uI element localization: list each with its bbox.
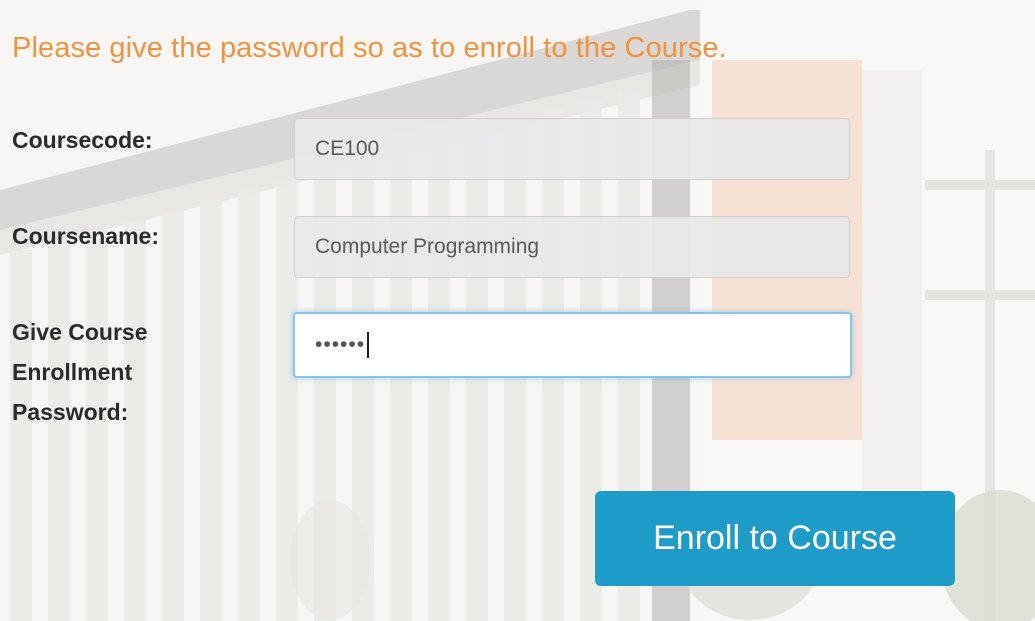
password-label: Give Course Enrollment Password: xyxy=(12,312,148,432)
coursename-field[interactable]: Computer Programming xyxy=(294,216,850,278)
enrollment-password-input[interactable]: •••••• xyxy=(293,312,852,378)
enroll-to-course-button[interactable]: Enroll to Course xyxy=(595,491,955,586)
password-label-line3: Password: xyxy=(12,399,129,425)
coursename-label: Coursename: xyxy=(12,223,159,249)
coursecode-label: Coursecode: xyxy=(12,127,153,153)
password-label-line1: Give Course xyxy=(12,319,148,345)
coursecode-field[interactable]: CE100 xyxy=(294,118,850,180)
enroll-instruction-heading: Please give the password so as to enroll… xyxy=(12,32,727,64)
text-cursor xyxy=(367,332,370,358)
enroll-page: Please give the password so as to enroll… xyxy=(0,0,1035,621)
password-label-line2: Enrollment xyxy=(12,359,133,385)
coursename-value: Computer Programming xyxy=(315,235,540,258)
coursecode-value: CE100 xyxy=(315,137,380,160)
password-masked-value: •••••• xyxy=(315,333,366,356)
